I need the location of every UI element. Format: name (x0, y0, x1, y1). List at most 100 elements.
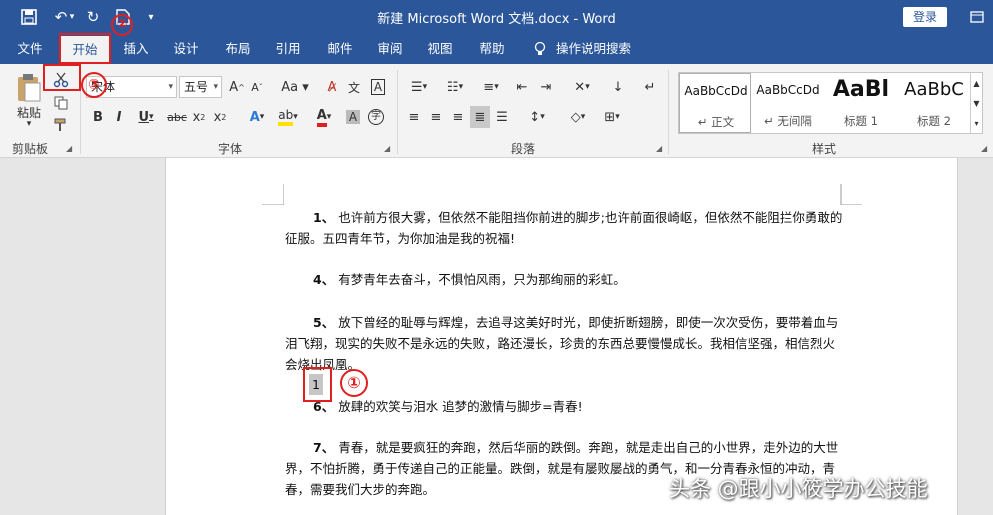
paragraph-5[interactable]: 5、 放下曾经的耻辱与辉煌，去追寻这美好时光，即使折断翅膀，即使一次次受伤，要带… (285, 312, 845, 375)
paragraph-text: 也许前方很大雾，但依然不能阻挡你前进的脚步;也许前面很崎岖，但依然不能阻拦你勇敢… (285, 210, 843, 246)
paragraph-launcher-icon[interactable]: ◢ (656, 144, 662, 153)
copy-icon[interactable] (50, 94, 72, 112)
annotation-circle-1: ① (340, 369, 368, 397)
character-border-icon[interactable]: A (368, 76, 388, 98)
strikethrough-icon[interactable]: abc (166, 106, 188, 128)
bullets-icon[interactable]: ☰ ▾ (404, 76, 434, 98)
ribbon-tabs: 文件 开始 插入 设计 布局 引用 邮件 审阅 视图 帮助 操作说明搜索 (0, 34, 993, 64)
style-name: 标题 2 (917, 114, 951, 128)
align-left-icon[interactable]: ≡ (404, 106, 424, 128)
increase-indent-icon[interactable]: ⇥ (536, 76, 556, 98)
paragraph-group-label: 段落 (511, 142, 536, 156)
style-name: 标题 1 (844, 114, 878, 128)
character-shading-icon[interactable]: A (344, 106, 362, 128)
font-launcher-icon[interactable]: ◢ (384, 144, 390, 153)
paragraph-6[interactable]: 6、 放肆的欢笑与泪水 追梦的激情与脚步=青春! (285, 396, 845, 417)
bold-icon[interactable]: B (90, 106, 106, 128)
enclose-characters-icon[interactable]: 字 (366, 106, 386, 128)
login-button[interactable]: 登录 (903, 7, 947, 27)
superscript-icon[interactable]: x2 (211, 106, 229, 128)
shrink-font-icon[interactable]: Aˇ (248, 76, 266, 98)
show-marks-icon[interactable]: ↵ (640, 76, 660, 98)
styles-more-icon[interactable]: ▾ (970, 113, 982, 133)
borders-icon[interactable]: ⊞ ▾ (598, 106, 626, 128)
phonetic-guide-icon[interactable]: 文 (344, 76, 364, 98)
styles-scroll-up-icon[interactable]: ▲ (970, 73, 982, 93)
paragraph-1[interactable]: 1、 也许前方很大雾，但依然不能阻挡你前进的脚步;也许前面很崎岖，但依然不能阻拦… (285, 207, 845, 249)
watermark: 头条 @跟小小筱学办公技能 (669, 477, 928, 501)
font-color-icon[interactable]: A ▾ (309, 106, 339, 128)
numbering-icon[interactable]: ☷ ▾ (440, 76, 470, 98)
annotation-box-cut (43, 64, 81, 91)
align-right-icon[interactable]: ≡ (448, 106, 468, 128)
paragraph-text: 放下曾经的耻辱与辉煌，去追寻这美好时光，即使折断翅膀，即使一次次受伤，要带着血与… (285, 315, 839, 372)
margin-corner-top-right (840, 184, 862, 205)
tab-mailings[interactable]: 邮件 (316, 34, 364, 64)
style-preview: AaBl (832, 77, 890, 102)
ribbon-display-options-icon[interactable] (966, 6, 988, 28)
chevron-down-icon: ▾ (213, 82, 218, 92)
styles-scroll-down-icon[interactable]: ▼ (970, 93, 982, 113)
styles-group-label: 样式 (812, 142, 837, 156)
style-preview: AaBbCcDd (684, 84, 748, 98)
ribbon-home: 粘贴 ▾ 剪贴板 ◢ 宋体 ▾ 五号 ▾ A ^ Aˇ Aa ▾ A̷ 文 A B… (0, 64, 993, 158)
tab-references[interactable]: 引用 (264, 34, 312, 64)
align-center-icon[interactable]: ≡ (426, 106, 446, 128)
clipboard-group-label: 剪贴板 (12, 142, 49, 156)
grow-font-icon[interactable]: A ^ (228, 76, 246, 98)
highlight-color-icon[interactable]: ab ▾ (273, 106, 303, 128)
tab-design[interactable]: 设计 (162, 34, 210, 64)
paragraph-number: 4、 (313, 272, 335, 287)
paragraph-number: 7、 (313, 440, 335, 455)
font-size-combo[interactable]: 五号 ▾ (179, 76, 222, 98)
tab-insert[interactable]: 插入 (112, 34, 160, 64)
clear-formatting-icon[interactable]: A̷ (322, 76, 342, 98)
paragraph-number: 5、 (313, 315, 335, 330)
style-name: ↵ 无间隔 (764, 114, 812, 128)
decrease-indent-icon[interactable]: ⇤ (512, 76, 532, 98)
font-size-value: 五号 (184, 80, 209, 94)
paragraph-number: 1、 (313, 210, 335, 225)
tab-review[interactable]: 审阅 (366, 34, 414, 64)
style-name: ↵ 正文 (697, 115, 735, 129)
annotation-circle-3: ③ (81, 72, 107, 98)
styles-launcher-icon[interactable]: ◢ (981, 144, 987, 153)
justify-icon[interactable]: ≣ (470, 106, 490, 128)
multilevel-list-icon[interactable]: ≡ ▾ (476, 76, 506, 98)
underline-icon[interactable]: U ▾ (134, 106, 158, 128)
shading-icon[interactable]: ◇ ▾ (564, 106, 592, 128)
chinese-layout-icon[interactable]: ✕ ▾ (568, 76, 596, 98)
sort-icon[interactable]: ↓ (608, 76, 628, 98)
text-effects-icon[interactable]: A ▾ (244, 106, 270, 128)
divider (397, 70, 398, 154)
tab-layout[interactable]: 布局 (214, 34, 262, 64)
change-case-icon[interactable]: Aa ▾ (280, 76, 310, 98)
chevron-down-icon: ▾ (168, 82, 173, 92)
paragraph-text: 放肆的欢笑与泪水 追梦的激情与脚步=青春! (338, 399, 583, 414)
style-normal[interactable]: AaBbCcDd ↵ 正文 (679, 73, 751, 133)
paste-icon[interactable] (14, 72, 44, 104)
styles-gallery: AaBbCcDd ↵ 正文 AaBbCcDd ↵ 无间隔 AaBl 标题 1 A… (678, 72, 983, 134)
paste-dropdown-icon[interactable]: ▾ (22, 118, 36, 130)
style-preview: AaBbCcDd (756, 83, 820, 97)
format-painter-icon[interactable] (50, 116, 72, 134)
window-title: 新建 Microsoft Word 文档.docx - Word (377, 12, 616, 27)
italic-icon[interactable]: I (111, 106, 127, 128)
tell-me-search[interactable]: 操作说明搜索 (556, 34, 636, 64)
tab-view[interactable]: 视图 (416, 34, 464, 64)
paragraph-4[interactable]: 4、 有梦青年去奋斗，不惧怕风雨，只为那绚丽的彩虹。 (285, 269, 845, 290)
font-group-label: 字体 (218, 142, 243, 156)
clipboard-launcher-icon[interactable]: ◢ (66, 144, 72, 153)
style-heading-2[interactable]: AaBbC 标题 2 (898, 73, 970, 133)
tab-file[interactable]: 文件 (6, 34, 54, 64)
tab-help[interactable]: 帮助 (468, 34, 516, 64)
distributed-icon[interactable]: ☰ (492, 106, 512, 128)
annotation-box-home-tab (59, 33, 111, 64)
style-heading-1[interactable]: AaBl 标题 1 (825, 73, 897, 133)
line-spacing-icon[interactable]: ↕ ▾ (522, 106, 552, 128)
title-bar: ↶ ▾ ↻ ▾ 新建 Microsoft Word 文档.docx - Word… (0, 0, 993, 34)
subscript-icon[interactable]: x2 (190, 106, 208, 128)
style-no-spacing[interactable]: AaBbCcDd ↵ 无间隔 (752, 73, 824, 133)
lightbulb-icon (530, 34, 550, 64)
divider (668, 70, 669, 154)
